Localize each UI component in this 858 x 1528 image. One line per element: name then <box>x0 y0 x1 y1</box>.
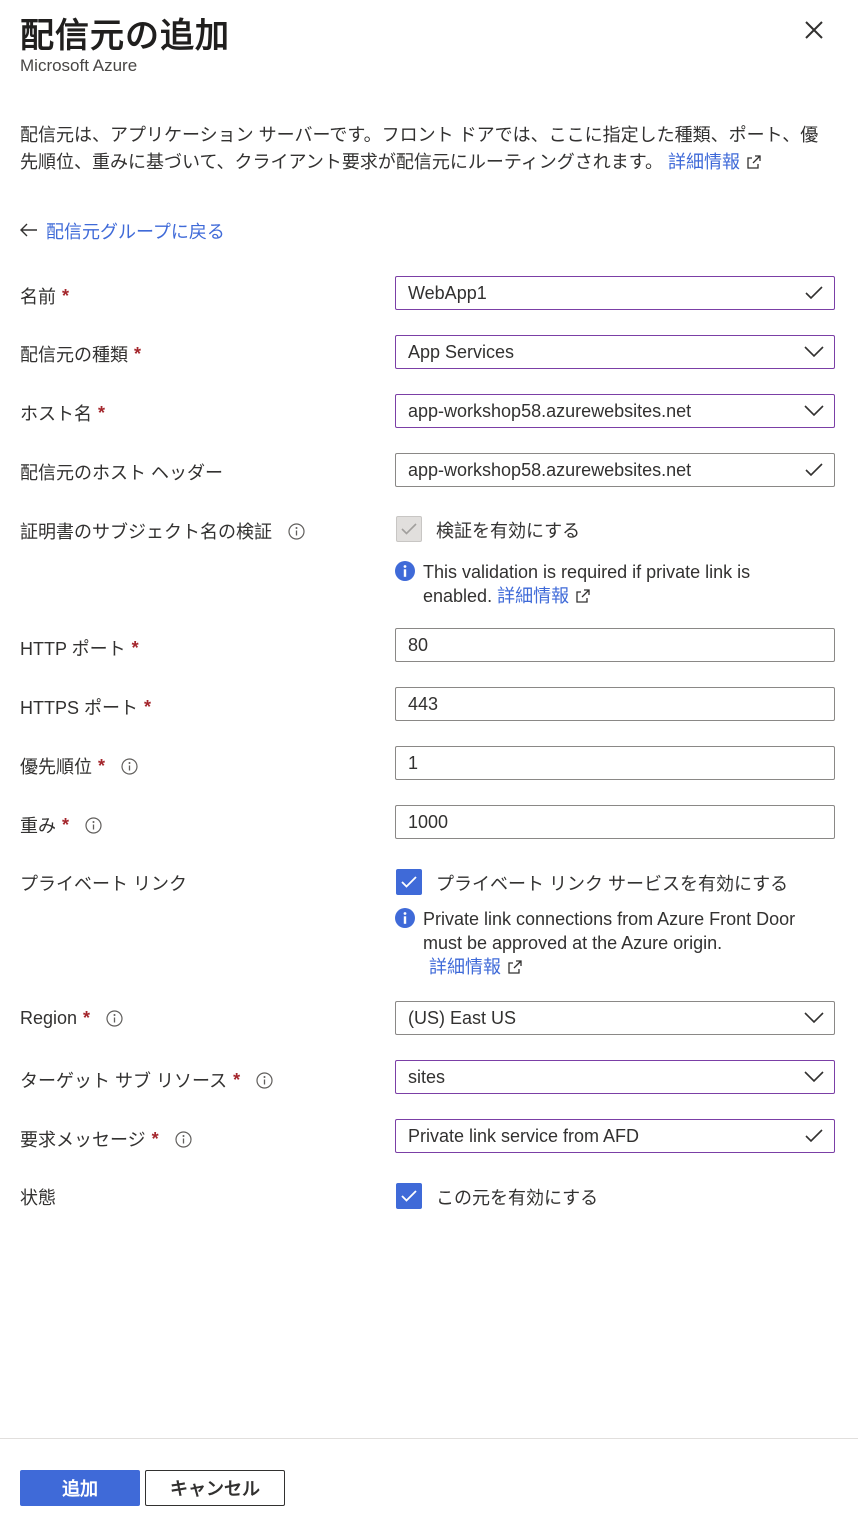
close-icon[interactable] <box>798 14 830 46</box>
back-arrow-icon <box>20 221 38 242</box>
check-icon <box>401 1190 417 1202</box>
http-port-input[interactable]: 80 <box>395 628 835 662</box>
origin-type-dropdown[interactable]: App Services <box>395 335 835 369</box>
name-label: 名前 * <box>20 285 70 308</box>
status-checkbox-label: この元を有効にする <box>436 1188 599 1208</box>
learn-more-link[interactable]: 詳細情報 <box>668 152 740 172</box>
region-dropdown[interactable]: (US) East US <box>395 1001 835 1035</box>
weight-label: 重み * <box>20 812 102 838</box>
weight-input[interactable]: 1000 <box>395 805 835 839</box>
info-icon[interactable] <box>106 1010 123 1027</box>
https-port-input[interactable]: 443 <box>395 687 835 721</box>
info-icon[interactable] <box>85 816 102 834</box>
info-icon[interactable] <box>288 522 305 540</box>
private-link-label: プライベート リンク <box>20 874 188 894</box>
info-filled-icon <box>395 908 415 928</box>
host-name-label: ホスト名 * <box>20 402 106 425</box>
back-link[interactable]: 配信元グループに戻る <box>46 218 225 244</box>
footer-divider <box>0 1438 858 1439</box>
private-link-checkbox[interactable] <box>396 869 422 895</box>
panel-title: 配信元の追加 <box>20 16 230 56</box>
external-link-icon <box>575 586 591 610</box>
cert-learn-more-link[interactable]: 詳細情報 <box>497 586 569 606</box>
private-link-note: Private link connections from Azure Fron… <box>395 907 795 981</box>
region-label: Region * <box>20 1008 123 1029</box>
host-name-dropdown[interactable]: app-workshop58.azurewebsites.net <box>395 394 835 428</box>
https-port-label: HTTPS ポート * <box>20 696 152 719</box>
chevron-down-icon <box>794 1012 834 1024</box>
private-link-checkbox-label: プライベート リンク サービスを有効にする <box>436 874 789 894</box>
info-icon[interactable] <box>175 1130 192 1148</box>
chevron-down-icon <box>794 346 834 358</box>
info-icon[interactable] <box>121 757 138 775</box>
host-header-label: 配信元のホスト ヘッダー <box>20 463 223 483</box>
status-label: 状態 <box>20 1188 56 1208</box>
panel-subtitle: Microsoft Azure <box>20 56 138 75</box>
target-sub-resource-label: ターゲット サブ リソース * <box>20 1067 273 1093</box>
external-link-icon <box>507 957 523 981</box>
cert-validation-checkbox-label: 検証を有効にする <box>436 521 581 541</box>
add-button[interactable]: 追加 <box>20 1470 140 1506</box>
host-header-input[interactable]: app-workshop58.azurewebsites.net <box>395 453 835 487</box>
info-icon[interactable] <box>256 1071 273 1089</box>
http-port-label: HTTP ポート * <box>20 637 139 660</box>
priority-label: 優先順位 * <box>20 753 138 779</box>
request-message-label: 要求メッセージ * <box>20 1126 192 1152</box>
cert-validation-label: 証明書のサブジェクト名の検証 <box>20 518 305 544</box>
chevron-down-icon <box>794 405 834 417</box>
private-link-learn-more-link[interactable]: 詳細情報 <box>429 957 501 977</box>
request-message-input[interactable]: Private link service from AFD <box>395 1119 835 1153</box>
check-icon <box>794 1129 834 1143</box>
external-link-icon <box>746 151 762 178</box>
check-icon <box>794 463 834 477</box>
origin-type-label: 配信元の種類 * <box>20 343 142 366</box>
check-icon <box>794 286 834 300</box>
cert-validation-note: This validation is required if private l… <box>395 560 750 610</box>
name-input[interactable]: WebApp1 <box>395 276 835 310</box>
priority-input[interactable]: 1 <box>395 746 835 780</box>
info-filled-icon <box>395 561 415 581</box>
check-icon <box>401 523 417 535</box>
target-sub-resource-dropdown[interactable]: sites <box>395 1060 835 1094</box>
cert-validation-checkbox[interactable] <box>396 516 422 542</box>
chevron-down-icon <box>794 1071 834 1083</box>
cancel-button[interactable]: キャンセル <box>145 1470 285 1506</box>
back-to-origin-group[interactable]: 配信元グループに戻る <box>20 218 225 244</box>
status-checkbox[interactable] <box>396 1183 422 1209</box>
check-icon <box>401 876 417 888</box>
panel-description: 配信元は、アプリケーション サーバーです。フロント ドアでは、ここに指定した種類… <box>20 122 835 178</box>
